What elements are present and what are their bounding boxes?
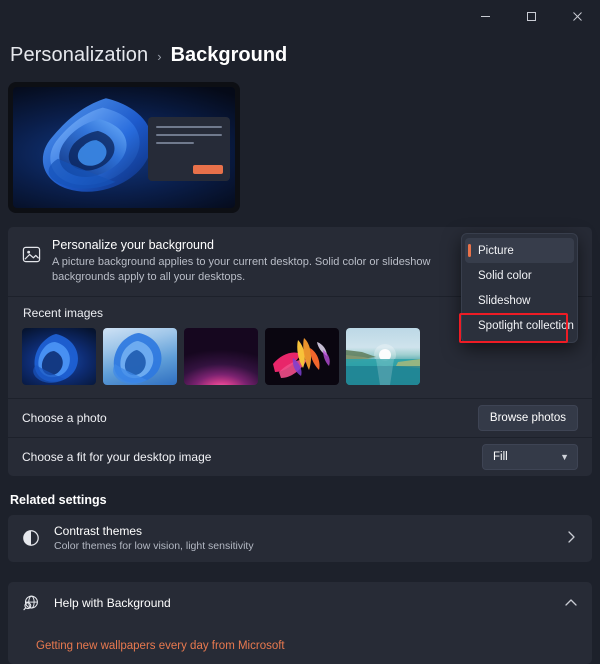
breadcrumb-separator-icon: ›: [157, 49, 162, 64]
fit-selected-value: Fill: [493, 450, 508, 463]
desktop-preview-monitor: [8, 82, 240, 213]
chevron-right-icon: [567, 530, 578, 547]
close-button[interactable]: [554, 0, 600, 32]
choose-a-photo-label: Choose a photo: [22, 410, 107, 425]
title-bar: [0, 0, 600, 32]
help-with-background-title: Help with Background: [54, 595, 171, 610]
close-icon: [572, 11, 582, 21]
dropdown-option-slideshow[interactable]: Slideshow: [465, 288, 574, 313]
mock-text-line: [156, 134, 222, 136]
choose-a-fit-label: Choose a fit for your desktop image: [22, 449, 212, 464]
chevron-down-icon: ▼: [560, 451, 569, 462]
bloom-light-thumb-icon: [113, 332, 162, 384]
choose-a-fit-row: Choose a fit for your desktop image Fill…: [8, 438, 592, 476]
mock-accent-button: [193, 165, 223, 174]
contrast-themes-text: Contrast themes Color themes for low vis…: [52, 524, 567, 552]
chevron-up-icon: [564, 596, 578, 610]
maximize-button[interactable]: [508, 0, 554, 32]
preview-container: [0, 72, 600, 213]
recent-image-thumbnail[interactable]: [265, 327, 339, 385]
minimize-button[interactable]: [462, 0, 508, 32]
minimize-icon: [480, 15, 490, 17]
breadcrumb-parent-link[interactable]: Personalization: [10, 44, 148, 67]
help-link-new-wallpapers[interactable]: Getting new wallpapers every day from Mi…: [36, 640, 285, 652]
related-settings-card: Contrast themes Color themes for low vis…: [8, 514, 592, 562]
related-settings-heading: Related settings: [10, 492, 107, 507]
help-with-background-card: Help with Background Getting new wallpap…: [8, 581, 592, 664]
background-type-dropdown-flyout[interactable]: Picture Solid color Slideshow Spotlight …: [461, 233, 578, 343]
page-title: Background: [170, 43, 288, 66]
dropdown-option-solid-color[interactable]: Solid color: [465, 263, 574, 288]
sunset-lagoon-thumb-icon: [346, 343, 420, 385]
choose-a-photo-row: Choose a photo Browse photos: [8, 399, 592, 437]
breadcrumb: Personalization › Background: [0, 32, 600, 72]
recent-image-thumbnail[interactable]: [22, 327, 96, 385]
desktop-preview-screen: [13, 87, 235, 208]
help-globe-icon: [22, 594, 52, 612]
desktop-image-fit-dropdown[interactable]: Fill ▼: [482, 443, 578, 470]
recent-image-thumbnail[interactable]: [184, 327, 258, 385]
image-icon: [22, 238, 50, 264]
recent-image-thumbnail[interactable]: [346, 327, 420, 385]
help-with-background-header[interactable]: Help with Background: [8, 582, 592, 624]
mock-text-line: [156, 126, 222, 128]
mock-text-line: [156, 142, 195, 144]
abstract-flower-thumb-icon: [273, 337, 330, 378]
contrast-themes-title: Contrast themes: [54, 524, 143, 539]
maximize-icon: [526, 11, 536, 21]
sidebar-item-contrast-themes[interactable]: Contrast themes Color themes for low vis…: [8, 515, 592, 562]
recent-image-thumbnail[interactable]: [103, 327, 177, 385]
personalize-description: A picture background applies to your cur…: [52, 256, 431, 283]
help-with-background-body: Getting new wallpapers every day from Mi…: [8, 624, 592, 664]
preview-mock-window: [148, 117, 230, 181]
dropdown-option-picture[interactable]: Picture: [465, 238, 574, 263]
contrast-icon: [22, 529, 52, 547]
browse-photos-button[interactable]: Browse photos: [477, 404, 578, 431]
dropdown-option-spotlight-collection[interactable]: Spotlight collection: [465, 313, 574, 338]
contrast-themes-subtitle: Color themes for low vision, light sensi…: [54, 540, 254, 553]
bloom-dark-thumb-icon: [33, 333, 78, 383]
